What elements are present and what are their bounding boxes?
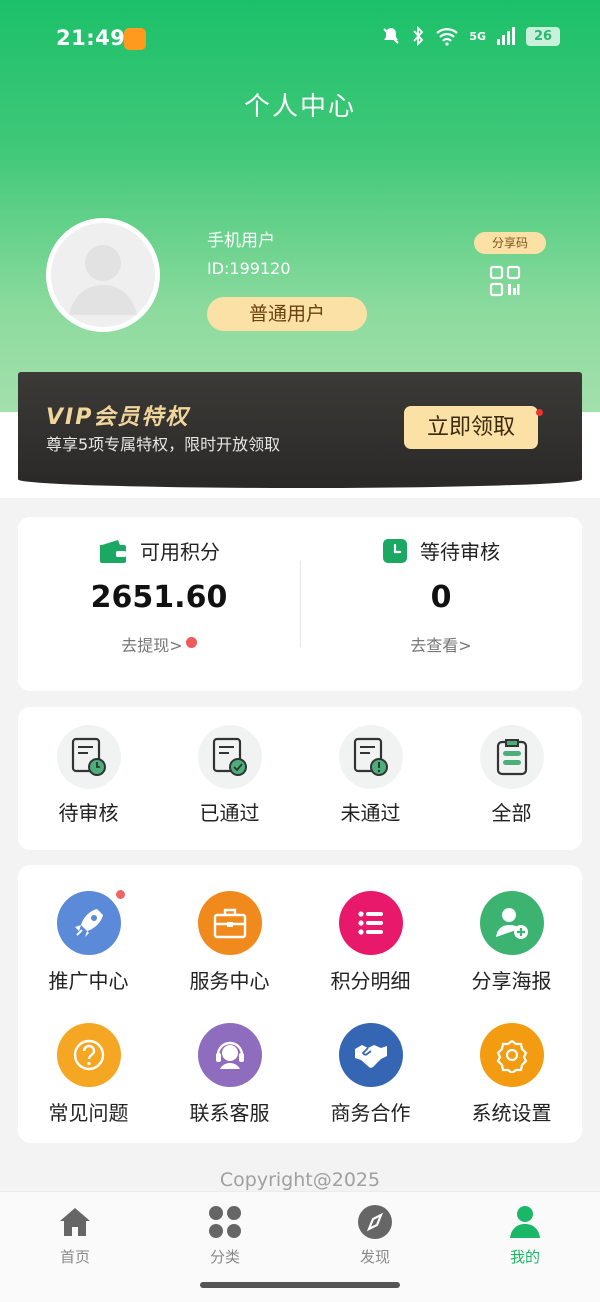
menu-points-detail-label: 积分明细	[330, 969, 411, 993]
status-icons: 5G 26	[381, 26, 560, 46]
menu-contact-support-label: 联系客服	[189, 1101, 270, 1125]
tab-mine-label: 我的	[509, 1248, 540, 1266]
menu-contact-support[interactable]: 联系客服	[159, 1023, 300, 1126]
view-link[interactable]: 去查看>	[300, 632, 582, 656]
review-status-card: 待审核 已通过 未通过 全部	[18, 707, 582, 850]
menu-share-poster[interactable]: 分享海报	[441, 891, 582, 994]
wallet-icon	[100, 539, 126, 563]
available-points[interactable]: 可用积分 2651.60 去提现>	[18, 517, 300, 691]
vip-banner[interactable]: VIP会员特权 尊享5项专属特权，限时开放领取 立即领取	[18, 372, 582, 488]
status-pending[interactable]: 待审核	[18, 725, 159, 826]
home-indicator[interactable]	[200, 1282, 400, 1288]
withdraw-link[interactable]: 去提现>	[18, 632, 300, 656]
vip-title: VIP会员特权	[46, 405, 190, 430]
pending-review-value: 0	[430, 580, 452, 615]
user-name: 手机用户	[207, 231, 275, 251]
clipboard-all-icon	[496, 739, 527, 776]
tab-home-label: 首页	[59, 1248, 90, 1266]
home-icon	[60, 1208, 90, 1236]
pending-review-label: 等待审核	[420, 540, 500, 564]
qr-code-icon[interactable]	[489, 265, 521, 297]
tab-discover-label: 发现	[359, 1248, 390, 1266]
menu-faq-label: 常见问题	[48, 1101, 129, 1125]
user-id: ID:199120	[207, 259, 291, 278]
status-pending-label: 待审核	[58, 801, 119, 825]
services-grid: 推广中心 服务中心 积分明细 分享海报 常见问题 联系客服 商务合作 系统设置	[18, 865, 582, 1143]
menu-service-center[interactable]: 服务中心	[159, 891, 300, 994]
network-type: 5G	[469, 29, 486, 43]
question-icon	[73, 1039, 104, 1071]
menu-business-cooperation-label: 商务合作	[330, 1101, 411, 1125]
copyright-text: Copyright@2025	[219, 1169, 381, 1191]
page-title: 个人中心	[243, 92, 356, 122]
vip-subtitle: 尊享5项专属特权，限时开放领取	[46, 435, 281, 454]
signal-icon	[497, 27, 515, 45]
user-level-badge: 普通用户	[207, 297, 367, 331]
menu-business-cooperation[interactable]: 商务合作	[300, 1023, 441, 1126]
share-code-label[interactable]: 分享码	[474, 232, 546, 254]
list-icon	[357, 911, 383, 935]
promotion-badge-dot	[113, 888, 127, 901]
tab-home[interactable]: 首页	[0, 1204, 150, 1267]
doc-approved-icon	[212, 737, 247, 776]
withdraw-notification-dot	[185, 637, 197, 648]
menu-share-poster-label: 分享海报	[471, 969, 552, 993]
tab-category[interactable]: 分类	[150, 1204, 300, 1267]
menu-system-settings[interactable]: 系统设置	[441, 1023, 582, 1126]
avatar[interactable]	[46, 218, 160, 332]
rocket-icon	[74, 909, 103, 937]
points-card: 可用积分 2651.60 去提现> 等待审核 0 去查看>	[18, 517, 582, 691]
tab-category-label: 分类	[209, 1248, 240, 1266]
available-points-value: 2651.60	[90, 580, 228, 615]
vip-notification-dot	[536, 409, 543, 416]
status-rejected-label: 未通过	[340, 801, 401, 825]
doc-rejected-icon	[353, 737, 388, 776]
status-rejected[interactable]: 未通过	[300, 725, 441, 826]
status-approved-label: 已通过	[199, 801, 260, 825]
tab-discover[interactable]: 发现	[300, 1204, 450, 1267]
clock-icon	[383, 538, 407, 563]
status-time: 21:49	[56, 26, 126, 50]
menu-points-detail[interactable]: 积分明细	[300, 891, 441, 994]
settings-icon	[496, 1039, 527, 1073]
compass-icon	[358, 1205, 392, 1239]
profile-icon	[510, 1206, 540, 1238]
status-bar: 21:49 5G 26	[0, 0, 600, 78]
headset-icon	[215, 1041, 244, 1069]
default-avatar-icon	[69, 245, 137, 315]
battery-indicator: 26	[526, 26, 560, 46]
mute-bell-icon	[383, 28, 400, 44]
vip-claim-button[interactable]: 立即领取	[404, 406, 538, 449]
menu-promotion-center-label: 推广中心	[48, 969, 129, 993]
menu-faq[interactable]: 常见问题	[18, 1023, 159, 1126]
pending-review[interactable]: 等待审核 0 去查看>	[300, 517, 582, 691]
doc-pending-icon	[71, 737, 106, 776]
briefcase-icon	[213, 908, 246, 939]
menu-system-settings-label: 系统设置	[471, 1101, 552, 1125]
category-icon	[209, 1206, 241, 1238]
status-approved[interactable]: 已通过	[159, 725, 300, 826]
withdraw-link-text: 去提现>	[121, 636, 183, 655]
add-user-icon	[495, 908, 528, 939]
menu-service-center-label: 服务中心	[189, 969, 270, 993]
tab-mine[interactable]: 我的	[450, 1204, 600, 1267]
handshake-icon	[354, 1045, 387, 1068]
status-all-label: 全部	[491, 801, 532, 825]
app-notification-icon	[124, 28, 146, 50]
status-all[interactable]: 全部	[441, 725, 582, 826]
bluetooth-icon	[413, 26, 424, 46]
available-points-label: 可用积分	[140, 540, 220, 564]
wifi-icon	[436, 28, 459, 46]
menu-promotion-center[interactable]: 推广中心	[18, 888, 159, 994]
